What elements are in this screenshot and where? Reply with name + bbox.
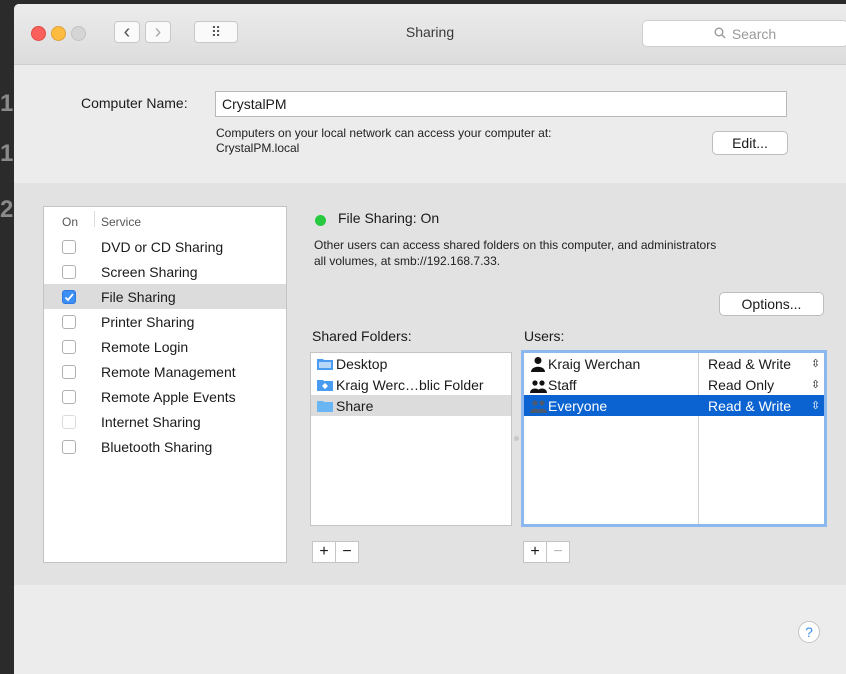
access-note: Computers on your local network can acce… bbox=[216, 126, 552, 140]
chevron-up-down-icon: ⇳ bbox=[811, 358, 821, 370]
remove-user-button[interactable]: − bbox=[547, 542, 569, 562]
users-list: Kraig Werchan Read & Write ⇳ Staff Read … bbox=[521, 350, 827, 527]
edit-button[interactable]: Edit... bbox=[712, 131, 788, 155]
service-list-header: On Service bbox=[44, 207, 286, 234]
shared-folders-list: Desktop Kraig Werc…blic Folder Share bbox=[310, 352, 512, 526]
checkmark-icon bbox=[64, 292, 74, 301]
service-row-remote-management[interactable]: Remote Management bbox=[44, 359, 286, 384]
service-row-screen-sharing[interactable]: Screen Sharing bbox=[44, 259, 286, 284]
user-name: Staff bbox=[548, 376, 577, 393]
service-row-bluetooth-sharing[interactable]: Bluetooth Sharing bbox=[44, 434, 286, 459]
service-row-internet-sharing[interactable]: Internet Sharing bbox=[44, 409, 286, 434]
computer-name-label: Computer Name: bbox=[81, 95, 188, 111]
service-checkbox[interactable] bbox=[62, 289, 76, 304]
chevron-up-down-icon: ⇳ bbox=[811, 400, 821, 412]
file-sharing-status: File Sharing: On bbox=[338, 210, 440, 226]
column-header-service: Service bbox=[101, 215, 142, 229]
folder-add-remove: + − bbox=[312, 541, 359, 563]
service-row-remote-apple-events[interactable]: Remote Apple Events bbox=[44, 384, 286, 409]
user-row[interactable]: Kraig Werchan Read & Write ⇳ bbox=[524, 353, 824, 374]
user-name: Kraig Werchan bbox=[548, 355, 641, 372]
user-permission[interactable]: Read & Write bbox=[708, 398, 791, 414]
service-label: Printer Sharing bbox=[101, 313, 195, 330]
service-checkbox[interactable] bbox=[62, 414, 76, 429]
service-label: Remote Apple Events bbox=[101, 388, 236, 405]
folder-label: Desktop bbox=[336, 355, 388, 372]
service-checkbox[interactable] bbox=[62, 389, 76, 404]
file-sharing-description-line1: Other users can access shared folders on… bbox=[314, 238, 717, 252]
user-permission[interactable]: Read Only bbox=[708, 377, 774, 393]
shared-folders-label: Shared Folders: bbox=[312, 328, 412, 344]
desktop-fragment: 2 bbox=[0, 196, 14, 223]
service-checkbox[interactable] bbox=[62, 314, 76, 329]
folder-row-share[interactable]: Share bbox=[311, 395, 511, 416]
local-hostname: CrystalPM.local bbox=[216, 141, 300, 155]
folder-row-public[interactable]: Kraig Werc…blic Folder bbox=[311, 374, 511, 395]
add-folder-button[interactable]: + bbox=[313, 542, 335, 562]
users-label: Users: bbox=[524, 328, 565, 344]
add-user-button[interactable]: + bbox=[524, 542, 546, 562]
folder-icon bbox=[317, 401, 333, 412]
user-add-remove: + − bbox=[523, 541, 570, 563]
everyone-icon bbox=[530, 399, 548, 416]
service-row-remote-login[interactable]: Remote Login bbox=[44, 334, 286, 359]
person-icon bbox=[530, 356, 546, 375]
help-button[interactable]: ? bbox=[798, 621, 820, 643]
group-icon bbox=[530, 379, 548, 396]
chevron-up-down-icon: ⇳ bbox=[811, 379, 821, 391]
service-row-printer-sharing[interactable]: Printer Sharing bbox=[44, 309, 286, 334]
service-row-file-sharing[interactable]: File Sharing bbox=[44, 284, 286, 309]
folder-label: Share bbox=[336, 397, 374, 414]
status-indicator bbox=[315, 215, 326, 226]
service-checkbox[interactable] bbox=[62, 364, 76, 379]
service-label: DVD or CD Sharing bbox=[101, 238, 224, 255]
split-handle[interactable] bbox=[514, 436, 519, 441]
remove-folder-button[interactable]: − bbox=[336, 542, 358, 562]
user-name: Everyone bbox=[548, 397, 608, 414]
public-folder-icon bbox=[317, 380, 333, 391]
service-label: File Sharing bbox=[101, 288, 176, 305]
service-label: Screen Sharing bbox=[101, 263, 198, 280]
user-row[interactable]: Everyone Read & Write ⇳ bbox=[524, 395, 824, 416]
search-placeholder: Search bbox=[731, 25, 777, 42]
service-list: On Service DVD or CD Sharing Screen Shar… bbox=[43, 206, 287, 563]
options-button[interactable]: Options... bbox=[719, 292, 824, 316]
computer-name-section bbox=[14, 65, 846, 183]
service-checkbox[interactable] bbox=[62, 239, 76, 254]
sharing-window: ‹ › ⠿ Sharing Search Computer Name: Crys… bbox=[14, 4, 846, 674]
folder-icon bbox=[317, 359, 333, 370]
service-label: Remote Management bbox=[101, 363, 236, 380]
folder-label: Kraig Werc…blic Folder bbox=[336, 376, 484, 393]
user-row[interactable]: Staff Read Only ⇳ bbox=[524, 374, 824, 395]
file-sharing-description-line2: all volumes, at smb://192.168.7.33. bbox=[314, 254, 501, 268]
desktop-fragment: 1 bbox=[0, 90, 14, 117]
service-row-dvd[interactable]: DVD or CD Sharing bbox=[44, 234, 286, 259]
desktop-fragment: 1 bbox=[0, 140, 14, 167]
service-checkbox[interactable] bbox=[62, 339, 76, 354]
column-header-on: On bbox=[62, 215, 79, 229]
search-icon bbox=[714, 26, 726, 42]
service-label: Remote Login bbox=[101, 338, 189, 355]
folder-row-desktop[interactable]: Desktop bbox=[311, 353, 511, 374]
service-checkbox[interactable] bbox=[62, 439, 76, 454]
service-label: Internet Sharing bbox=[101, 413, 201, 430]
service-checkbox[interactable] bbox=[62, 264, 76, 279]
computer-name-field[interactable]: CrystalPM bbox=[215, 91, 787, 117]
service-label: Bluetooth Sharing bbox=[101, 438, 213, 455]
user-permission[interactable]: Read & Write bbox=[708, 356, 791, 372]
title-bar: ‹ › ⠿ Sharing Search bbox=[14, 4, 846, 65]
search-field[interactable]: Search bbox=[642, 20, 846, 47]
